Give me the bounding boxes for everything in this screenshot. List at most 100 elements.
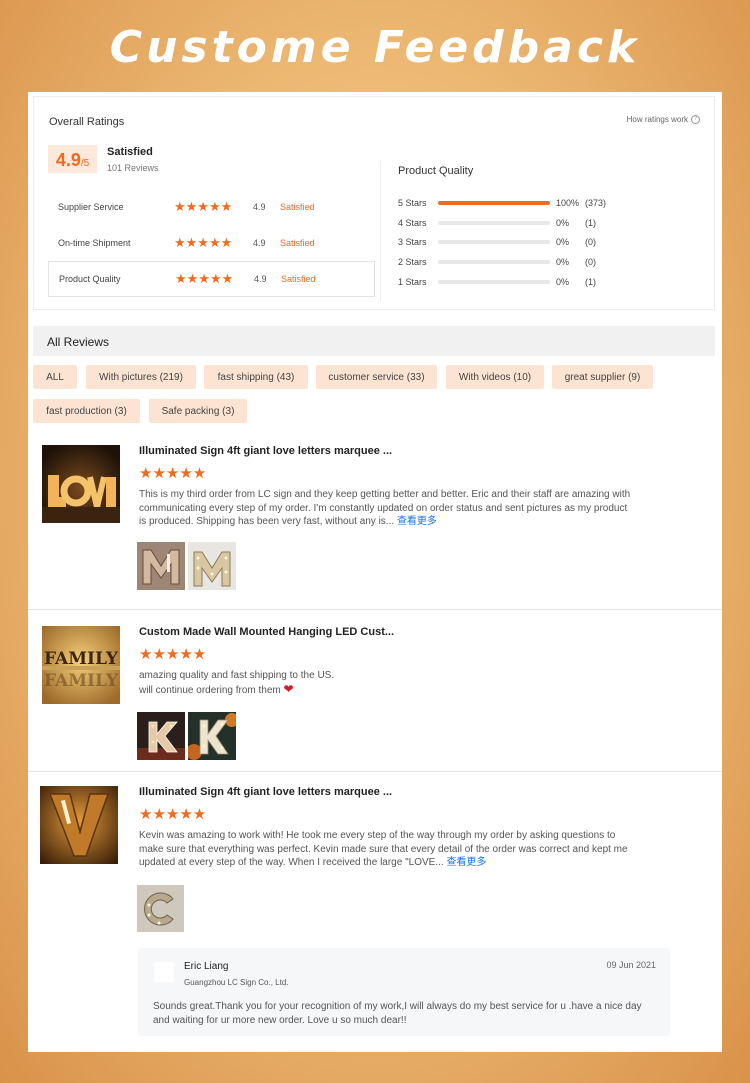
review-photo[interactable] [137, 885, 184, 932]
percent-label: 0% [556, 276, 570, 287]
avatar [154, 962, 174, 982]
family-marquee-sign-image: FAMILY FAMILY [42, 626, 120, 704]
reviews-count: 101 Reviews [107, 163, 159, 173]
overall-label: Satisfied [107, 146, 153, 158]
how-ratings-work-link[interactable]: How ratings work ? [627, 115, 700, 124]
heart-icon: ❤ [283, 681, 294, 696]
see-more-link[interactable]: 查看更多 [397, 516, 437, 527]
dimension-score: 4.9 [254, 274, 267, 284]
review-body: Kevin was amazing to work with! He took … [139, 830, 628, 868]
distribution-row: 5 Stars 100% (373) [398, 193, 698, 213]
count-label: (0) [585, 237, 596, 248]
dimension-name: Supplier Service [58, 202, 124, 212]
star-rating-icon: ★★★★★ [175, 271, 234, 286]
distribution-bar [438, 220, 550, 225]
dimension-status: Satisfied [280, 202, 315, 212]
dimension-score: 4.9 [253, 238, 266, 248]
help-icon: ? [691, 115, 700, 124]
review-photo[interactable] [188, 542, 236, 590]
score-value: 4.9 [55, 150, 81, 170]
overall-score: 4.9 /5 [48, 145, 97, 173]
star-label: 4 Stars [398, 217, 427, 228]
banner-title: Custome Feedback [109, 22, 641, 73]
filter-chip-fast-production[interactable]: fast production (3) [33, 399, 140, 423]
star-distribution: 5 Stars 100% (373) 4 Stars 0% (1) 3 Star… [398, 193, 698, 291]
review-photo[interactable] [137, 712, 185, 760]
k-letter-photo-icon [137, 712, 185, 760]
percent-label: 0% [556, 256, 570, 267]
product-quality-title: Product Quality [398, 165, 474, 177]
seller-reply: Eric Liang Guangzhou LC Sign Co., Ltd. 0… [138, 948, 670, 1036]
review-text: amazing quality and fast shipping to the… [139, 669, 635, 697]
dimension-row-on-time-shipment[interactable]: On-time Shipment ★★★★★ 4.9 Satisfied [48, 225, 375, 261]
review-body-line: will continue ordering from them ❤ [139, 681, 635, 698]
filter-chip-with-pictures[interactable]: With pictures (219) [86, 365, 196, 389]
dimension-status: Satisfied [281, 274, 316, 284]
distribution-bar [438, 240, 550, 245]
product-image[interactable] [42, 445, 120, 523]
distribution-bar [438, 259, 550, 264]
divider [380, 161, 381, 301]
all-reviews-header: All Reviews [33, 326, 715, 356]
dimension-score: 4.9 [253, 202, 266, 212]
product-image[interactable] [40, 786, 118, 864]
m-marquee-photo-icon [188, 542, 236, 590]
dimension-status: Satisfied [280, 238, 315, 248]
distribution-row: 4 Stars 0% (1) [398, 213, 698, 233]
filter-chip-with-videos[interactable]: With videos (10) [446, 365, 544, 389]
feedback-panel: Overall Ratings How ratings work ? 4.9 /… [28, 92, 722, 1052]
dimension-row-supplier-service[interactable]: Supplier Service ★★★★★ 4.9 Satisfied [48, 189, 375, 225]
distribution-bar [438, 200, 550, 205]
how-ratings-work-label: How ratings work [626, 115, 688, 124]
star-rating-icon: ★★★★★ [174, 199, 233, 214]
star-label: 3 Stars [398, 237, 427, 248]
product-title[interactable]: Illuminated Sign 4ft giant love letters … [139, 445, 392, 457]
ratings-card: Overall Ratings How ratings work ? 4.9 /… [33, 96, 715, 310]
see-more-link[interactable]: 查看更多 [446, 857, 486, 868]
filter-chip-great-supplier[interactable]: great supplier (9) [552, 365, 653, 389]
review-stars-icon: ★★★★★ [139, 646, 207, 663]
reply-date: 09 Jun 2021 [606, 960, 656, 970]
love-marquee-letters-image [42, 445, 120, 523]
dimension-name: On-time Shipment [58, 238, 131, 248]
product-title[interactable]: Illuminated Sign 4ft giant love letters … [139, 786, 392, 798]
review-text: Kevin was amazing to work with! He took … [139, 829, 635, 870]
m-letter-photo-icon [137, 542, 185, 590]
filter-chip-all[interactable]: ALL [33, 365, 77, 389]
divider [28, 771, 722, 772]
overall-ratings-title: Overall Ratings [49, 116, 125, 128]
star-label: 1 Stars [398, 276, 427, 287]
distribution-row: 1 Stars 0% (1) [398, 272, 698, 292]
dimension-row-product-quality[interactable]: Product Quality ★★★★★ 4.9 Satisfied [48, 261, 375, 297]
svg-text:FAMILY: FAMILY [44, 671, 119, 691]
reply-text: Sounds great.Thank you for your recognit… [153, 1001, 642, 1026]
filter-chip-customer-service[interactable]: customer service (33) [316, 365, 437, 389]
review-photo[interactable] [137, 542, 185, 590]
percent-label: 0% [556, 217, 570, 228]
star-rating-icon: ★★★★★ [174, 235, 233, 250]
distribution-bar [438, 279, 550, 284]
star-label: 2 Stars [398, 256, 427, 267]
review-stars-icon: ★★★★★ [139, 806, 207, 823]
review-stars-icon: ★★★★★ [139, 465, 207, 482]
filter-chip-fast-shipping[interactable]: fast shipping (43) [204, 365, 308, 389]
review-photo[interactable] [188, 712, 236, 760]
product-title[interactable]: Custom Made Wall Mounted Hanging LED Cus… [139, 626, 394, 638]
reply-company: Guangzhou LC Sign Co., Ltd. [184, 978, 289, 987]
k-marquee-photo-icon [188, 712, 236, 760]
c-marquee-photo-icon [137, 885, 184, 932]
count-label: (0) [585, 256, 596, 267]
star-label: 5 Stars [398, 197, 427, 208]
count-label: (1) [585, 276, 596, 287]
filter-chip-safe-packing[interactable]: Safe packing (3) [149, 399, 247, 423]
review-body-line: amazing quality and fast shipping to the… [139, 670, 335, 681]
product-image[interactable]: FAMILY FAMILY [42, 626, 120, 704]
review-text: This is my third order from LC sign and … [139, 488, 635, 529]
distribution-row: 2 Stars 0% (0) [398, 252, 698, 272]
divider [28, 609, 722, 610]
review-body-line-text: will continue ordering from them [139, 684, 281, 696]
bar-fill [438, 200, 550, 205]
count-label: (373) [585, 197, 607, 208]
percent-label: 100% [556, 197, 580, 208]
v-marquee-letter-image [40, 786, 118, 864]
